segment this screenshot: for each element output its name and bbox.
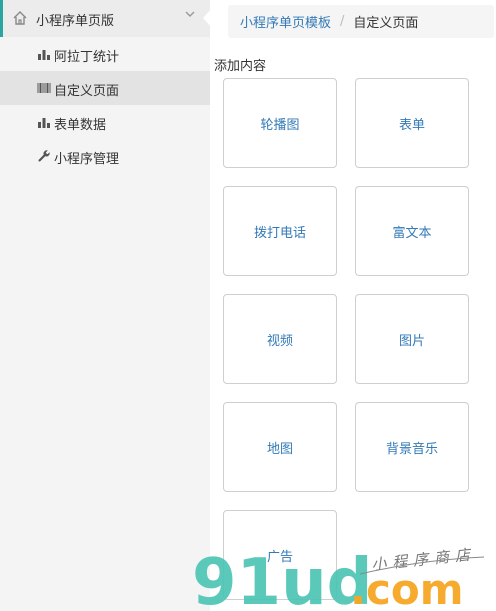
sidebar-notch xyxy=(203,7,213,29)
sidebar-item-label: 小程序管理 xyxy=(54,152,120,167)
home-icon xyxy=(13,11,27,25)
component-card-phone-call[interactable]: 拨打电话 xyxy=(223,186,337,276)
component-card-map[interactable]: 地图 xyxy=(223,402,337,492)
component-card-bg-music[interactable]: 背景音乐 xyxy=(355,402,469,492)
sidebar-header-title: 小程序单页版 xyxy=(36,14,115,29)
app-root: 小程序单页版 阿拉丁统计 自定义页面 表单数据 小程序管理 小程序单页模板 / … xyxy=(0,0,496,611)
component-card-form[interactable]: 表单 xyxy=(355,78,469,168)
sidebar-item-label: 自定义页面 xyxy=(54,84,120,99)
sidebar: 小程序单页版 阿拉丁统计 自定义页面 表单数据 小程序管理 xyxy=(0,0,213,611)
breadcrumb-link-template[interactable]: 小程序单页模板 xyxy=(240,12,331,31)
breadcrumb-current: 自定义页面 xyxy=(353,16,419,31)
sidebar-item-label: 阿拉丁统计 xyxy=(54,50,120,65)
component-card-image[interactable]: 图片 xyxy=(355,294,469,384)
breadcrumb: 小程序单页模板 / 自定义页面 xyxy=(228,5,494,38)
component-card-video[interactable]: 视频 xyxy=(223,294,337,384)
watermark-suffix: .com xyxy=(350,565,463,611)
watermark-underline xyxy=(359,556,485,575)
bar-chart-icon xyxy=(38,118,50,128)
bar-chart-icon xyxy=(38,50,50,60)
sidebar-item-form-data[interactable]: 表单数据 xyxy=(0,105,210,139)
section-label: 添加内容 xyxy=(214,59,267,74)
sidebar-item-custom-page[interactable]: 自定义页面 xyxy=(0,71,210,105)
barcode-icon xyxy=(37,83,51,93)
component-card-carousel[interactable]: 轮播图 xyxy=(223,78,337,168)
sidebar-header[interactable]: 小程序单页版 xyxy=(0,0,213,37)
sidebar-item-label: 表单数据 xyxy=(54,118,107,133)
watermark-tagline: 小程序商店 xyxy=(371,545,477,574)
breadcrumb-separator: / xyxy=(340,14,345,29)
wrench-icon xyxy=(38,150,50,162)
chevron-down-icon[interactable] xyxy=(184,9,196,19)
sidebar-item-aladdin-stats[interactable]: 阿拉丁统计 xyxy=(0,37,210,71)
sidebar-item-miniprogram-manage[interactable]: 小程序管理 xyxy=(0,139,210,173)
component-card-ad[interactable]: 广告 xyxy=(223,510,337,600)
sidebar-menu: 阿拉丁统计 自定义页面 表单数据 小程序管理 xyxy=(0,37,210,173)
component-card-rich-text[interactable]: 富文本 xyxy=(355,186,469,276)
